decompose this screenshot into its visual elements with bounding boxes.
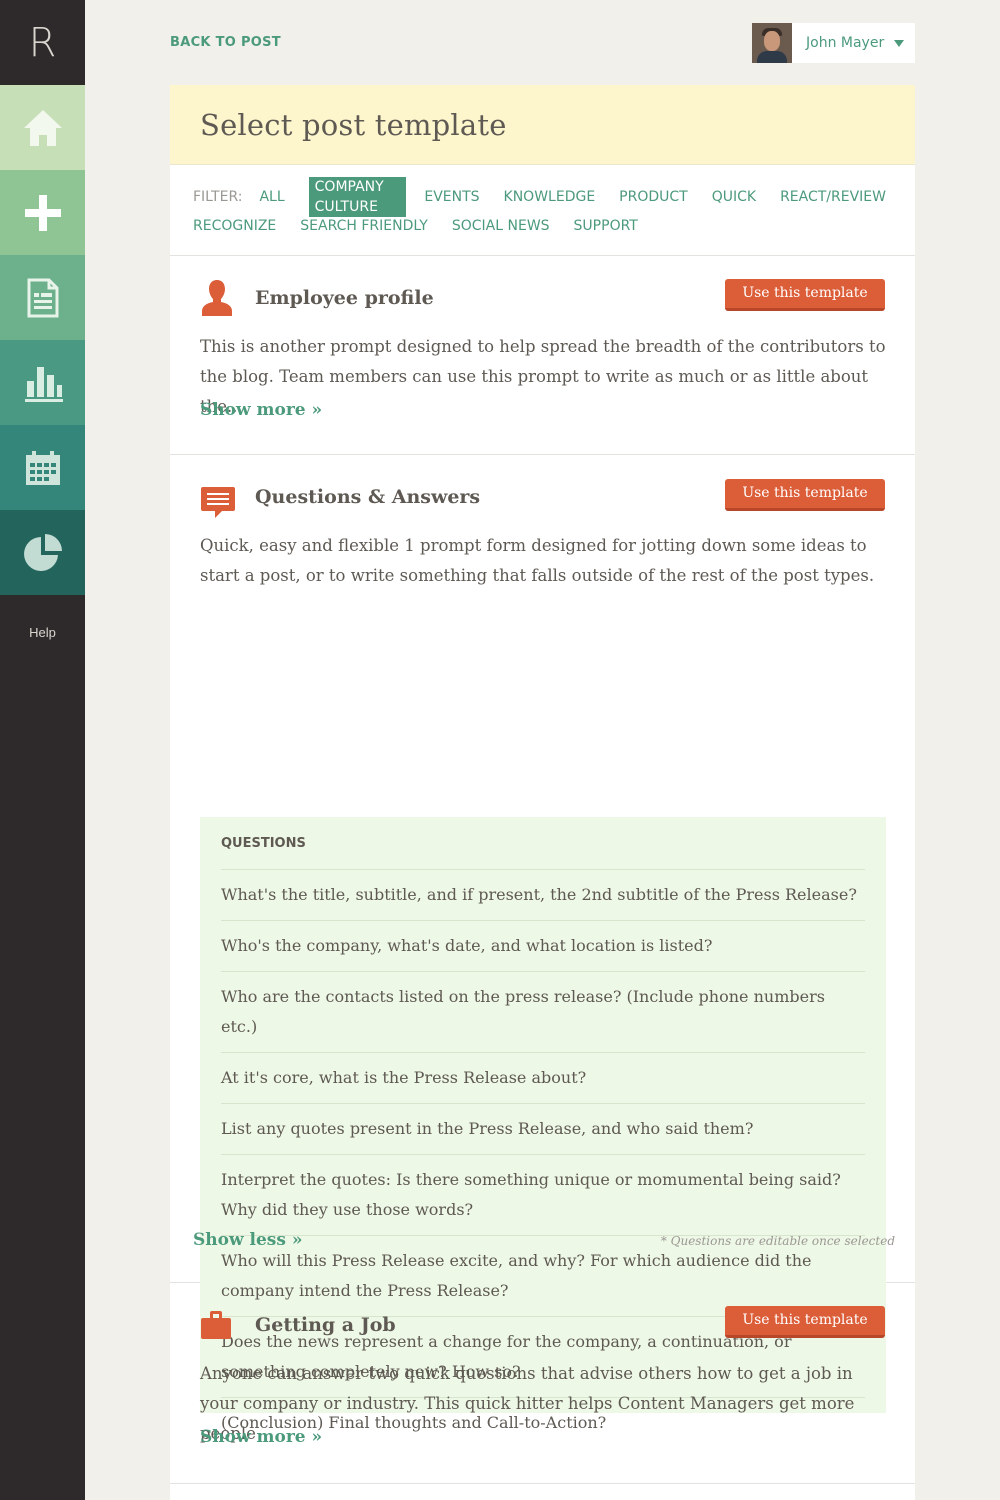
user-menu[interactable]: John Mayer: [752, 23, 915, 63]
document-icon: [27, 278, 59, 318]
chevron-down-icon: [894, 39, 905, 47]
use-template-button[interactable]: Use this template: [725, 1306, 885, 1338]
filter-support[interactable]: SUPPORT: [574, 216, 644, 236]
use-template-button[interactable]: Use this template: [725, 479, 885, 511]
filter-social-news[interactable]: SOCIAL NEWS: [452, 216, 556, 236]
questions-note: * Questions are editable once selected: [660, 1234, 895, 1248]
filter-react-review[interactable]: REACT/REVIEW: [780, 187, 892, 207]
nav-home[interactable]: [0, 85, 85, 170]
template-description: Quick, easy and flexible 1 prompt form d…: [200, 536, 875, 585]
user-name: John Mayer: [806, 35, 885, 51]
home-icon: [22, 108, 64, 148]
question-item: Interpret the quotes: Is there something…: [221, 1155, 865, 1236]
briefcase-icon: [200, 1310, 232, 1344]
avatar: [752, 23, 792, 63]
filter-all[interactable]: ALL: [259, 187, 290, 207]
filter-knowledge[interactable]: KNOWLEDGE: [504, 187, 602, 207]
speech-bubble-icon: [200, 485, 236, 523]
filter-company-culture[interactable]: COMPANY CULTURE: [308, 177, 407, 217]
back-to-post-link[interactable]: BACK TO POST: [170, 35, 281, 50]
question-item: What's the title, subtitle, and if prese…: [221, 870, 865, 921]
filter-bar: FILTER: ALL COMPANY CULTURE EVENTS KNOWL…: [170, 165, 915, 256]
filter-label: FILTER:: [193, 189, 243, 205]
template-panel: Select post template FILTER: ALL COMPANY…: [170, 85, 915, 1500]
panel-header: Select post template: [170, 85, 915, 165]
template-card: Employee profile Use this template This …: [170, 256, 915, 455]
filter-row-1: FILTER: ALL COMPANY CULTURE EVENTS KNOWL…: [193, 177, 892, 217]
show-more-link[interactable]: Show more »: [200, 400, 322, 420]
question-item: Who are the contacts listed on the press…: [221, 972, 865, 1053]
filter-row-2: RECOGNIZE SEARCH FRIENDLY SOCIAL NEWS SU…: [193, 216, 892, 236]
nav-calendar[interactable]: [0, 425, 85, 510]
filter-events[interactable]: EVENTS: [424, 187, 485, 207]
person-icon: [200, 279, 234, 321]
nav-analytics[interactable]: [0, 340, 85, 425]
page-title: Select post template: [200, 107, 507, 142]
sidebar: R Help: [0, 0, 85, 1500]
template-card: Getting a Job Use this template Anyone c…: [170, 1283, 915, 1484]
filter-search-friendly[interactable]: SEARCH FRIENDLY: [300, 216, 434, 236]
calendar-icon: [24, 449, 62, 487]
template-card: Questions & Answers Use this template Qu…: [170, 455, 915, 1432]
show-more-link[interactable]: Show more »: [200, 1427, 322, 1447]
template-title: Getting a Job: [255, 1314, 396, 1336]
template-title: Employee profile: [255, 287, 434, 309]
filter-recognize[interactable]: RECOGNIZE: [193, 216, 282, 236]
filter-quick[interactable]: QUICK: [712, 187, 762, 207]
nav-reports[interactable]: [0, 510, 85, 595]
app-logo[interactable]: R: [0, 0, 85, 85]
question-item: Who's the company, what's date, and what…: [221, 921, 865, 972]
template-title: Questions & Answers: [255, 486, 481, 508]
question-item: At it's core, what is the Press Release …: [221, 1053, 865, 1104]
nav-new-post[interactable]: [0, 170, 85, 255]
nav-posts[interactable]: [0, 255, 85, 340]
plus-icon: [23, 193, 63, 233]
pie-chart-icon: [23, 533, 63, 573]
questions-heading: QUESTIONS: [221, 817, 865, 870]
use-template-button[interactable]: Use this template: [725, 279, 885, 311]
filter-product[interactable]: PRODUCT: [619, 187, 694, 207]
help-link[interactable]: Help: [0, 625, 85, 640]
question-item: List any quotes present in the Press Rel…: [221, 1104, 865, 1155]
bar-chart-icon: [23, 363, 63, 403]
show-less-link[interactable]: Show less »: [193, 1230, 303, 1250]
